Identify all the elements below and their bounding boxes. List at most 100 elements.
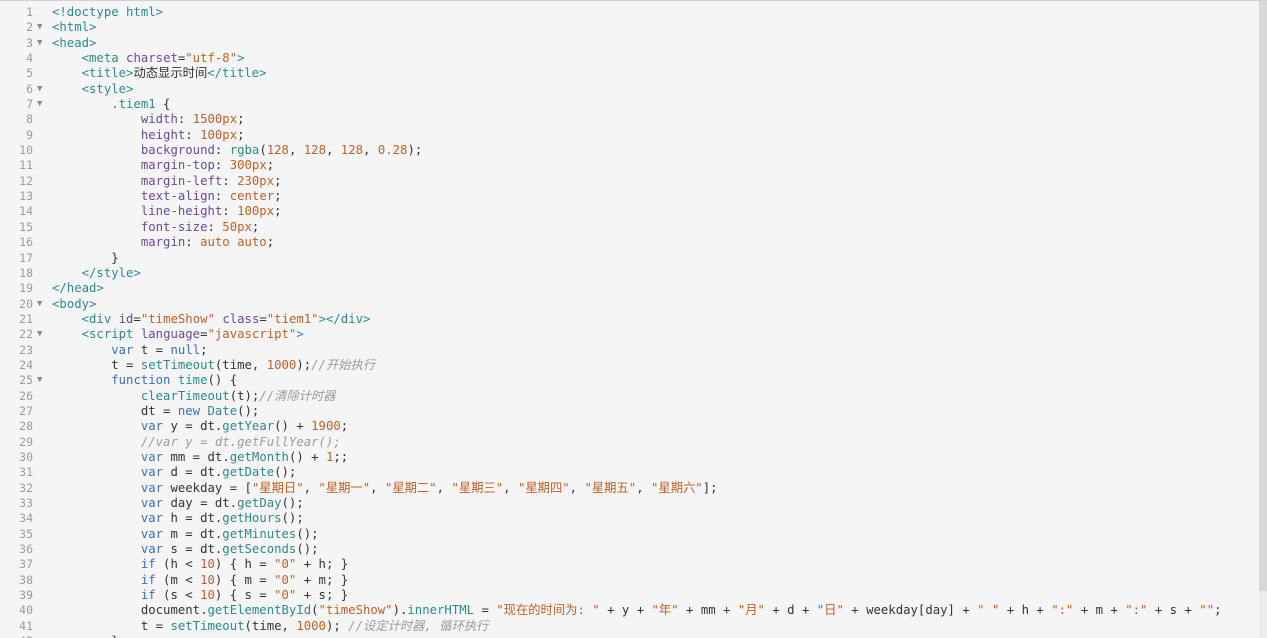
fold-triangle-icon[interactable]: ▼ [37,20,47,35]
fold-triangle-icon[interactable]: ▼ [37,327,47,342]
code-token: (m < [155,572,201,587]
code-token: ]; [702,480,718,495]
code-line[interactable]: 6 ▼ <style> [0,82,1267,97]
code-token: <div [81,311,119,326]
code-line[interactable]: 19 </head> [0,281,1267,296]
code-token: + mm + [678,603,738,618]
fold-triangle-icon[interactable]: ▼ [37,373,47,388]
code-editor[interactable]: 1 <!doctype html> 2 ▼ <html> 3 ▼ <head> 4 <meta … [0,0,1267,638]
code-text: } [52,251,118,266]
code-line[interactable]: 10 background: rgba(128, 128, 128, 0.28)… [0,143,1267,158]
code-token: var [140,480,164,495]
line-number: 40 [19,603,33,618]
code-line[interactable]: 26 clearTimeout(t);//清除计时器 [0,389,1267,404]
fold-triangle-icon[interactable]: ▼ [37,297,47,312]
code-line[interactable]: 14 line-height: 100px; [0,204,1267,219]
code-line[interactable]: 20 ▼ <body> [0,297,1267,312]
code-token: ); [407,143,423,158]
code-text: if (m < 10) { m = "0" + m; } [52,573,348,588]
code-line[interactable]: 12 margin-left: 230px; [0,174,1267,189]
code-line[interactable]: 35 var m = dt.getMinutes(); [0,527,1267,542]
code-line[interactable]: 9 height: 100px; [0,128,1267,143]
code-line[interactable]: 21 <div id="timeShow" class="tiem1"></di… [0,312,1267,327]
code-token: ); [296,357,312,372]
code-line[interactable]: 34 var h = dt.getHours(); [0,511,1267,526]
code-line[interactable]: 8 width: 1500px; [0,112,1267,127]
code-token: clearTimeout [140,388,230,403]
code-token: 100px [237,204,275,219]
line-number: 19 [19,281,33,296]
code-line[interactable]: 42 } [0,634,1267,638]
line-number: 29 [19,434,33,449]
code-text: <html> [52,20,96,35]
code-line[interactable]: 7 ▼ .tiem1 { [0,97,1267,112]
code-line[interactable]: 17 } [0,251,1267,266]
code-line[interactable]: 27 dt = new Date(); [0,404,1267,419]
code-token: + m; } [296,572,349,587]
code-token: : [207,219,223,234]
code-token: + s; } [296,588,349,603]
code-line[interactable]: 3 ▼ <head> [0,36,1267,51]
line-number: 11 [19,158,33,173]
code-line[interactable]: 23 var t = null; [0,343,1267,358]
code-line[interactable]: 32 var weekday = ["星期日", "星期一", "星期二", "… [0,481,1267,496]
code-line[interactable]: 40 document.getElementById("timeShow").i… [0,603,1267,618]
code-line[interactable]: 31 var d = dt.getDate(); [0,465,1267,480]
code-text: margin-top: 300px; [52,158,274,173]
code-token: ; [340,419,349,434]
code-line[interactable]: 39 if (s < 10) { s = "0" + s; } [0,588,1267,603]
code-line[interactable]: 37 if (h < 10) { h = "0" + h; } [0,557,1267,572]
code-line[interactable]: 29 //var y = dt.getFullYear(); [0,435,1267,450]
fold-triangle-icon[interactable]: ▼ [37,36,47,51]
code-text: margin: auto auto; [52,235,274,250]
code-token: 1000 [266,357,297,372]
code-token: 230px [237,173,275,188]
code-line[interactable]: 4 <meta charset="utf-8"> [0,51,1267,66]
code-token: 128 [340,143,364,158]
line-number: 35 [19,526,33,541]
code-line[interactable]: 18 </style> [0,266,1267,281]
line-number: 6 [26,81,33,96]
code-text: var m = dt.getMinutes(); [52,527,319,542]
code-line[interactable]: 11 margin-top: 300px; [0,158,1267,173]
code-token: ; [237,112,245,127]
code-line[interactable]: 36 var s = dt.getSeconds(); [0,542,1267,557]
code-line[interactable]: 41 t = setTimeout(time, 1000); //设定计时器, … [0,619,1267,634]
code-line[interactable]: 30 var mm = dt.getMonth() + 1;; [0,450,1267,465]
code-line[interactable]: 16 margin: auto auto; [0,235,1267,250]
code-token: () + [274,419,312,434]
code-line[interactable]: 25 ▼ function time() { [0,373,1267,388]
fold-triangle-icon[interactable]: ▼ [37,97,47,112]
code-line[interactable]: 1 <!doctype html> [0,5,1267,20]
line-number: 34 [19,511,33,526]
line-number: 21 [19,311,33,326]
code-token: 动态显示时间 [133,66,208,81]
vertical-scrollbar[interactable] [1259,1,1267,638]
code-line[interactable]: 22 ▼ <script language="javascript"> [0,327,1267,342]
code-line[interactable]: 2 ▼ <html> [0,20,1267,35]
scrollbar-thumb[interactable] [1259,1,1267,591]
code-token: "" [1199,603,1215,618]
code-line[interactable]: 13 text-align: center; [0,189,1267,204]
code-line[interactable]: 33 var day = dt.getDay(); [0,496,1267,511]
fold-triangle-icon[interactable]: ▼ [37,82,47,97]
code-lines[interactable]: 1 <!doctype html> 2 ▼ <html> 3 ▼ <head> 4 <meta … [0,5,1267,638]
code-token: auto auto [200,235,267,250]
code-token: (); [274,465,297,480]
line-number: 12 [19,173,33,188]
line-number: 38 [19,572,33,587]
code-token: "星期六" [651,480,703,495]
code-line[interactable]: 5 <title>动态显示时间</title> [0,66,1267,81]
code-line[interactable]: 28 var y = dt.getYear() + 1900; [0,419,1267,434]
code-token: ; [251,219,260,234]
code-token: () { [207,373,238,388]
code-line[interactable]: 24 t = setTimeout(time, 1000);//开始执行 [0,358,1267,373]
code-line[interactable]: 38 if (m < 10) { m = "0" + m; } [0,573,1267,588]
code-line[interactable]: 15 font-size: 50px; [0,220,1267,235]
